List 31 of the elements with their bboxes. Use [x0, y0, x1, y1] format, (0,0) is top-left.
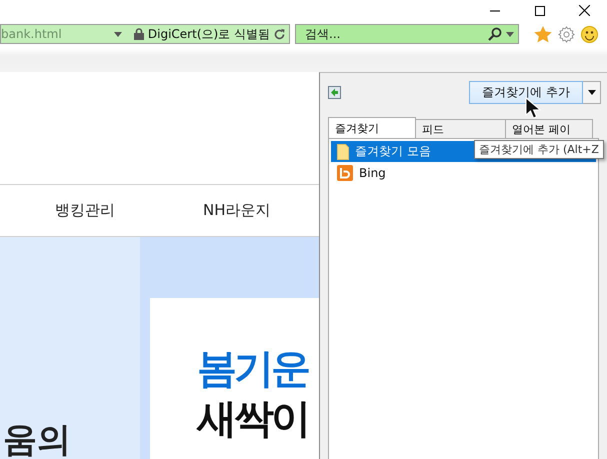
- dropdown-button[interactable]: [583, 81, 601, 104]
- bing-logo-icon: [337, 164, 353, 180]
- nav-link[interactable]: NH라운지: [203, 201, 270, 220]
- banner-headline: 봄기운: [197, 345, 310, 394]
- dock-panel-icon[interactable]: [328, 86, 341, 99]
- folder-icon: [337, 144, 349, 160]
- tooltip: 즐겨찾기에 추가 (Alt+Z: [474, 140, 604, 159]
- tab[interactable]: 열어본 페이: [505, 119, 593, 138]
- refresh-icon[interactable]: [274, 28, 285, 40]
- add-to-favorites-button[interactable]: 즐겨찾기에 추가: [469, 81, 583, 104]
- address-bar[interactable]: bank.html DigiCert(으)로 식별됨: [0, 24, 290, 44]
- lock-icon: [134, 28, 144, 40]
- tab[interactable]: 즐겨찾기: [328, 117, 416, 138]
- search-field[interactable]: 검색...: [303, 26, 488, 42]
- banner-subline: 새싹이: [197, 395, 309, 444]
- tab[interactable]: 피드: [415, 119, 506, 138]
- close-icon: [579, 5, 590, 16]
- url-text: bank.html: [1, 27, 63, 41]
- star-icon[interactable]: [534, 26, 552, 42]
- maximize-icon: [534, 6, 544, 16]
- settings-icon[interactable]: [558, 26, 575, 42]
- dropdown-arrow-icon[interactable]: [114, 32, 122, 36]
- banner-text: 움의: [3, 423, 71, 457]
- dropdown-arrow-icon[interactable]: [506, 32, 514, 36]
- caret-icon: [588, 90, 596, 95]
- search-box[interactable]: 검색...: [295, 24, 519, 44]
- favorites-item[interactable]: Bing: [331, 162, 596, 183]
- security-identity-text[interactable]: DigiCert(으)로 식별됨: [148, 26, 270, 42]
- nav-link[interactable]: 뱅킹관리: [55, 201, 115, 220]
- smiley-icon[interactable]: [581, 26, 598, 42]
- search-icon[interactable]: [488, 27, 502, 41]
